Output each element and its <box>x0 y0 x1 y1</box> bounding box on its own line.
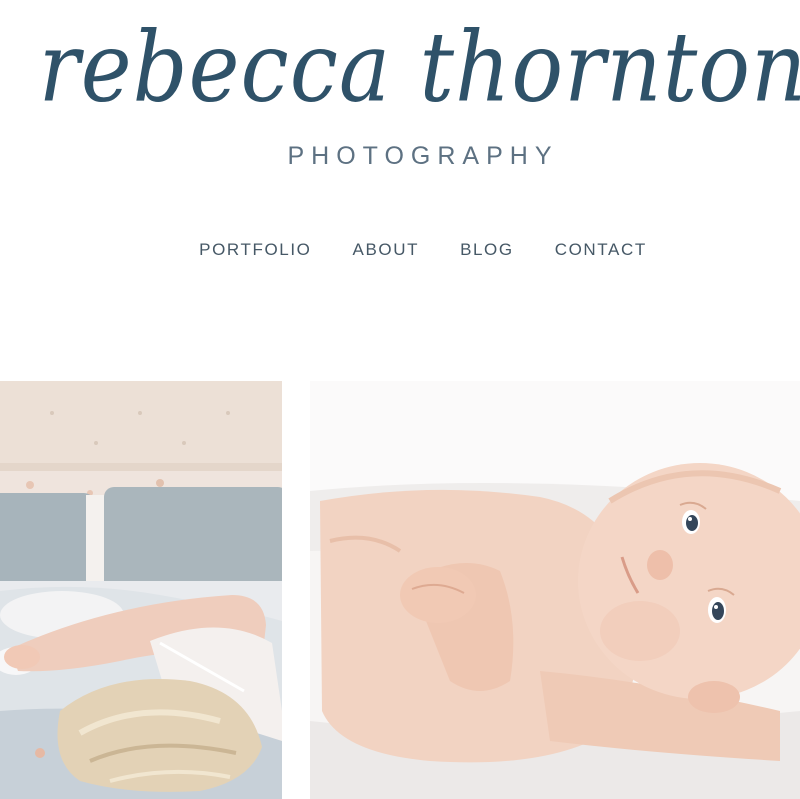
logo-script-text: rebecca thornton <box>38 12 800 124</box>
nav-item-contact[interactable]: CONTACT <box>555 236 647 264</box>
nav-item-blog[interactable]: BLOG <box>460 236 514 264</box>
nav-item-portfolio[interactable]: PORTFOLIO <box>199 236 311 264</box>
gallery-photo-mother[interactable] <box>0 381 282 799</box>
site-logo[interactable]: rebecca thornton PHOTOGRAPHY <box>0 0 800 180</box>
logo-subtitle: PHOTOGRAPHY <box>287 142 559 170</box>
main-nav: PORTFOLIO ABOUT BLOG CONTACT <box>0 236 800 264</box>
nav-item-about[interactable]: ABOUT <box>353 236 420 264</box>
newborn-baby-image <box>310 381 800 799</box>
page: rebecca thornton PHOTOGRAPHY PORTFOLIO A… <box>0 0 800 799</box>
gallery-photo-newborn[interactable] <box>310 381 800 799</box>
mother-on-bed-image <box>0 381 282 799</box>
